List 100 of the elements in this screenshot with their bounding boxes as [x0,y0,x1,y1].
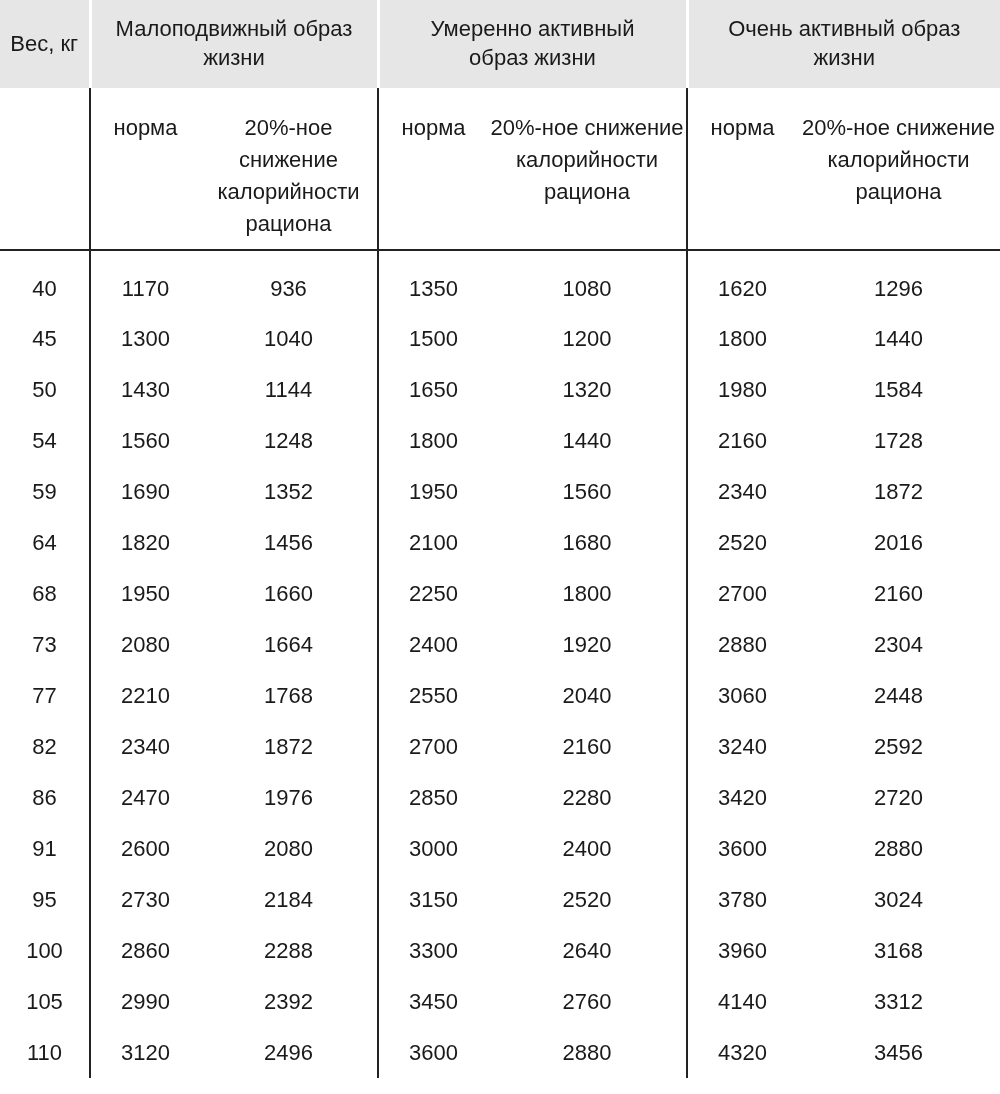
table-cell: 2210 [121,682,170,708]
column-subheader: 20%-ное снижение калорийности рациона [800,114,997,206]
table-cell: 1300 [121,325,170,351]
table-cell: 1040 [264,325,313,351]
table-cell: 3168 [874,937,923,963]
table-cell: 3600 [409,1039,458,1065]
table-cell: 2160 [718,427,767,453]
column-header: Малоподвижный образ жизни [90,0,378,88]
table-cell: 1728 [874,427,923,453]
table-cell: 3960 [718,937,767,963]
table-cell: 3060 [718,682,767,708]
table-cell: 2280 [562,784,612,810]
table-cell: 91 [32,835,57,861]
table-cell: 2550 [409,682,458,708]
table-cell: 2592 [874,733,923,759]
table-cell: 2080 [121,631,170,657]
column-header: Очень активный образ жизни [687,0,1000,88]
table-cell: 1950 [121,580,170,606]
table-cell: 1500 [409,325,458,351]
table-cell: 2880 [562,1039,612,1065]
table-cell: 1200 [562,325,612,351]
table-cell: 2496 [264,1039,313,1065]
table-cell: 2392 [264,988,313,1014]
table-cell: 1560 [562,478,612,504]
table-cell: 95 [32,886,57,912]
table-cell: 2990 [121,988,170,1014]
table-cell: 73 [32,631,57,657]
table-cell: 2340 [121,733,170,759]
table-cell: 100 [26,937,63,963]
table-cell: 2080 [264,835,313,861]
table-cell: 2340 [718,478,767,504]
table-cell: 1650 [409,376,458,402]
column-subheader: норма [113,115,178,140]
table-cell: 2730 [121,886,170,912]
table-cell: 2850 [409,784,458,810]
table-cell: 1440 [562,427,612,453]
table-cell: 2520 [718,529,767,555]
table-cell: 1248 [264,427,313,453]
table-cell: 2160 [562,733,612,759]
table-cell: 1430 [121,376,170,402]
table-cell: 3456 [874,1039,923,1065]
table-cell: 1584 [874,376,923,402]
column-subheader: норма [710,115,775,140]
table-cell: 2880 [874,835,923,861]
table-cell: 2880 [718,631,767,657]
table-cell: 4320 [718,1039,767,1065]
table-cell: 1350 [409,276,458,301]
column-header: Вес, кг [0,0,90,88]
column-header: Умеренно активный образ жизни [378,0,687,88]
table-cell: 1820 [121,529,170,555]
table-cell: 2100 [409,529,458,555]
table-cell: 936 [270,276,307,301]
table-cell: 2016 [874,529,923,555]
table-cell: 3120 [121,1039,170,1065]
table-cell: 1800 [409,427,458,453]
table-cell: 2400 [562,835,612,861]
table-cell: 64 [32,529,57,555]
table-cell: 3780 [718,886,767,912]
table-cell: 1620 [718,276,767,301]
table-cell: 3000 [409,835,458,861]
table-cell: 2160 [874,580,923,606]
table-cell: 105 [26,988,63,1014]
table-cell: 3420 [718,784,767,810]
table-cell: 2250 [409,580,458,606]
table-cell: 3600 [718,835,767,861]
table-cell: 40 [32,276,57,301]
table-cell: 2520 [562,886,612,912]
table-cell: 2304 [874,631,923,657]
table-cell: 54 [32,427,57,453]
table-cell: 2400 [409,631,458,657]
table-cell: 1440 [874,325,923,351]
table-cell: 82 [32,733,57,759]
table-cell: 45 [32,325,57,351]
table-cell: 3024 [874,886,923,912]
table-cell: 1660 [264,580,313,606]
table-cell: 3450 [409,988,458,1014]
table-cell: 59 [32,478,57,504]
table-cell: 3312 [874,988,923,1014]
table-cell: 3150 [409,886,458,912]
table-cell: 1980 [718,376,767,402]
table-cell: 2470 [121,784,170,810]
table-cell: 2860 [121,937,170,963]
table-cell: 2700 [409,733,458,759]
table-cell: 1664 [264,631,313,657]
table-cell: 1768 [264,682,313,708]
table-cell: 1170 [121,276,170,301]
table-cell: 1690 [121,478,170,504]
column-subheader: 20%-ное снижение калорийности рациона [489,114,685,206]
table-cell: 1080 [562,276,612,301]
table-cell: 2600 [121,835,170,861]
column-subheader: 20%-ное снижение калорийности рациона [216,114,361,238]
table-cell: 1872 [264,733,313,759]
table-cell: 1800 [562,580,612,606]
table-cell: 77 [32,682,57,708]
table-cell: 86 [32,784,57,810]
table-cell: 2640 [562,937,612,963]
table-cell: 1456 [264,529,313,555]
table-cell: 1320 [562,376,612,402]
column-subheader: норма [401,115,466,140]
table-cell: 1872 [874,478,923,504]
